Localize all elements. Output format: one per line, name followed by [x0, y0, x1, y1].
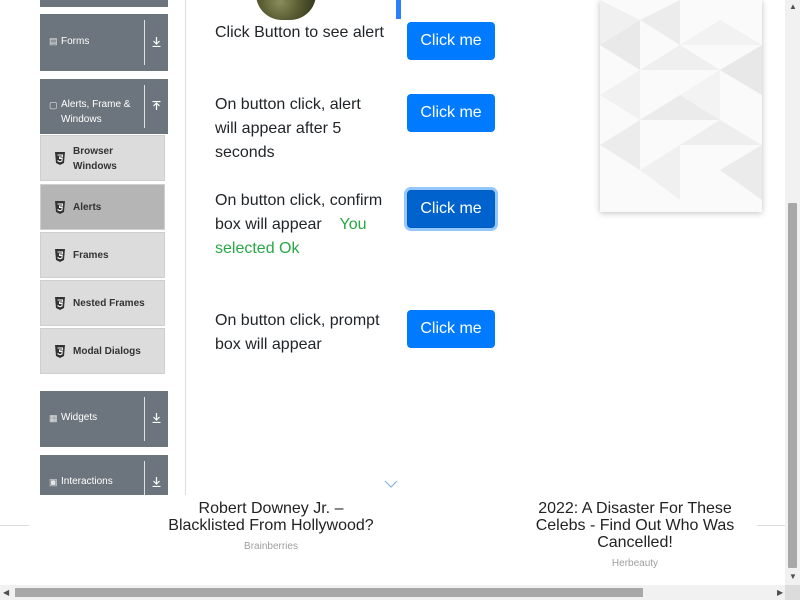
triangle-pattern: [600, 0, 762, 200]
divider: [144, 397, 145, 441]
grid-icon: ▦: [49, 413, 58, 423]
scroll-up-arrow-icon[interactable]: ▲: [789, 3, 797, 11]
window-icon: ▢: [49, 100, 58, 110]
html5-icon: [55, 297, 65, 310]
prompt-button[interactable]: Click me: [407, 310, 495, 348]
alert-button[interactable]: Click me: [407, 22, 495, 60]
sidebar-item-label: Alerts: [73, 202, 102, 213]
scroll-left-arrow-icon[interactable]: ◀: [3, 589, 9, 597]
html5-icon: [55, 201, 65, 214]
vertical-scrollbar-thumb[interactable]: [788, 203, 797, 568]
sidebar-item-nested-frames[interactable]: Nested Frames: [40, 280, 165, 326]
horizontal-scrollbar-thumb[interactable]: [15, 588, 643, 597]
sidebar-item-frames[interactable]: Frames: [40, 232, 165, 278]
sidebar-group-widgets[interactable]: ▦ Widgets: [40, 391, 168, 447]
interactions-icon: ▣: [49, 477, 58, 487]
accent-bar: [396, 0, 401, 19]
html5-icon: [55, 152, 65, 165]
ad-title-2[interactable]: 2022: A Disaster For These Celebs - Find …: [524, 500, 746, 551]
sidebar-item-label: Browser Windows: [73, 146, 117, 172]
sidebar-item-label: Frames: [73, 250, 109, 261]
row-text-timer-alert: On button click, alert will appear after…: [215, 96, 361, 161]
sidebar-item-modal-dialogs[interactable]: Modal Dialogs: [40, 328, 165, 374]
download-arrow-icon[interactable]: [152, 37, 161, 47]
ad-source-1: Brainberries: [244, 541, 298, 552]
divider: [144, 20, 145, 65]
html5-icon: [55, 345, 65, 358]
sidebar-group-forms[interactable]: ▤ Forms: [40, 14, 168, 71]
row-text-prompt: On button click, prompt box will appear: [215, 312, 380, 353]
divider: [757, 525, 785, 526]
scrollbar-corner: [785, 585, 800, 600]
vertical-scrollbar[interactable]: ▲ ▼: [785, 0, 800, 585]
horizontal-scrollbar[interactable]: ◀ ▶: [0, 585, 800, 600]
sidebar-group-label: Alerts, Frame & Windows: [61, 99, 131, 125]
ad-source-2: Herbeauty: [611, 558, 659, 569]
advertisement-image[interactable]: [600, 0, 762, 212]
scroll-down-arrow-icon[interactable]: ▼: [789, 573, 797, 581]
divider: [144, 85, 145, 128]
upload-arrow-icon[interactable]: [152, 101, 161, 111]
form-icon: ▤: [49, 36, 58, 46]
confirm-button[interactable]: Click me: [407, 190, 495, 228]
ad-title-1[interactable]: Robert Downey Jr. – Blacklisted From Holl…: [160, 500, 382, 534]
timer-alert-button[interactable]: Click me: [407, 94, 495, 132]
sidebar-group-interactions[interactable]: ▣ Interactions: [40, 455, 168, 495]
download-arrow-icon[interactable]: [152, 413, 161, 423]
chevron-down-icon[interactable]: [384, 478, 398, 490]
divider: [0, 525, 29, 526]
sidebar-group-label: Interactions: [61, 476, 113, 487]
sidebar-group-elements[interactable]: [40, 0, 168, 7]
download-arrow-icon[interactable]: [152, 477, 161, 487]
sidebar-item-label: Nested Frames: [73, 298, 145, 309]
sidebar-item-alerts[interactable]: Alerts: [40, 184, 165, 230]
scroll-right-arrow-icon[interactable]: ▶: [777, 589, 783, 597]
banner-image: [256, 0, 316, 20]
divider: [144, 461, 145, 495]
sidebar-item-browser-windows[interactable]: Browser Windows: [40, 135, 165, 181]
row-text-confirm: On button click, confirm box will appear…: [215, 189, 390, 261]
sidebar-group-label: Forms: [61, 36, 90, 47]
sidebar-group-label: Widgets: [61, 412, 98, 423]
row-text-alert: Click Button to see alert: [215, 24, 384, 41]
sidebar-item-label: Modal Dialogs: [73, 346, 141, 357]
html5-icon: [55, 249, 65, 262]
sidebar-group-alerts-frame-windows[interactable]: ▢ Alerts, Frame & Windows: [40, 79, 168, 134]
